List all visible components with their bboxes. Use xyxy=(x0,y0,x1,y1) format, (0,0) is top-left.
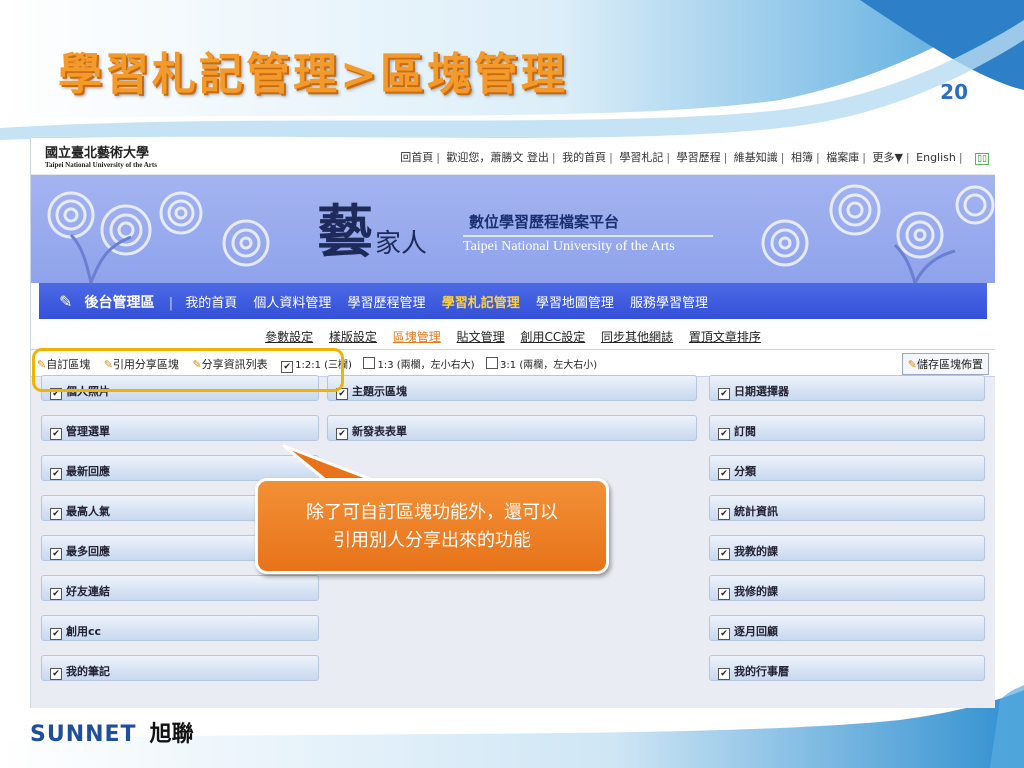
checkbox-checked-icon[interactable]: ✔ xyxy=(336,428,348,440)
callout-box: 除了可自訂區塊功能外，還可以 引用別人分享出來的功能 xyxy=(255,478,609,574)
block-right-category[interactable]: ✔ 分類 xyxy=(709,455,985,481)
banner-art-characters: 家人 xyxy=(375,229,428,259)
university-name-zh: 國立臺北藝術大學 xyxy=(45,146,150,161)
block-right-date-picker[interactable]: ✔ 日期選擇器 xyxy=(709,375,985,401)
platform-divider xyxy=(463,235,713,237)
university-name-en: Taipei National University of the Arts xyxy=(45,161,157,169)
nav-divider: | xyxy=(168,296,174,311)
swirl-tree-left-icon xyxy=(47,191,270,283)
checkbox-checked-icon[interactable]: ✔ xyxy=(718,588,730,600)
checkbox-checked-icon[interactable]: ✔ xyxy=(50,548,62,560)
checkbox-checked-icon[interactable]: ✔ xyxy=(50,508,62,520)
nav-item-service[interactable]: 服務學習管理 xyxy=(630,296,708,311)
block-right-calendar[interactable]: ✔ 我的行事曆 xyxy=(709,655,985,681)
platform-title-zh: 數位學習歷程檔案平台 xyxy=(469,213,620,231)
subtab-posts[interactable]: 貼文管理 xyxy=(457,330,505,344)
checkbox-checked-icon[interactable]: ✔ xyxy=(718,668,730,680)
toolbar-highlight-box xyxy=(32,348,344,392)
page-number: 20 xyxy=(940,80,968,104)
subtab-pin-order[interactable]: 置頂文章排序 xyxy=(689,330,761,344)
toplink-album[interactable]: 相簿 xyxy=(791,151,813,164)
checkbox-checked-icon[interactable]: ✔ xyxy=(718,628,730,640)
block-middle-theme[interactable]: ✔ 主題示區塊 xyxy=(327,375,697,401)
subtab-params[interactable]: 參數設定 xyxy=(265,330,313,344)
checkbox-checked-icon[interactable]: ✔ xyxy=(718,428,730,440)
layout-option-13[interactable]: 1:3 (兩欄，左小右大) xyxy=(363,357,475,371)
callout-line-2: 引用別人分享出來的功能 xyxy=(333,530,531,551)
toplink-notes[interactable]: 學習札記 xyxy=(619,151,663,164)
checkbox-icon[interactable] xyxy=(486,357,499,369)
block-left-cc[interactable]: ✔ 創用cc xyxy=(41,615,319,641)
site-banner: 藝 家人 數位學習歷程檔案平台 Taipei National Universi… xyxy=(31,175,995,283)
sub-tabs: 參數設定 樣版設定 區塊管理 貼文管理 創用CC設定 同步其他網誌 置頂文章排序 xyxy=(31,319,995,349)
checkbox-checked-icon[interactable]: ✔ xyxy=(50,468,62,480)
admin-navbar: ✎ 後台管理區 | 我的首頁 個人資料管理 學習歷程管理 學習札記管理 學習地圖… xyxy=(39,283,987,319)
toplink-more[interactable]: 更多▼ xyxy=(872,151,902,164)
platform-title-en: Taipei National University of the Arts xyxy=(463,239,675,254)
block-right-stats[interactable]: ✔ 統計資訊 xyxy=(709,495,985,521)
nav-item-profile[interactable]: 個人資料管理 xyxy=(253,296,331,311)
nav-item-history[interactable]: 學習歷程管理 xyxy=(348,296,426,311)
reader-icon[interactable]: ▯▯ xyxy=(975,153,989,165)
save-layout-button[interactable]: ✎儲存區塊佈置 xyxy=(901,353,989,375)
checkbox-checked-icon[interactable]: ✔ xyxy=(718,468,730,480)
block-right-monthly-review[interactable]: ✔ 逐月回顧 xyxy=(709,615,985,641)
block-left-notes[interactable]: ✔ 我的筆記 xyxy=(41,655,319,681)
top-links: 回首頁 | 歡迎您，蕭勝文 登出 | 我的首頁 | 學習札記 | 學習歷程 | 維基知識 |… xyxy=(400,151,989,165)
subtab-template[interactable]: 樣版設定 xyxy=(329,330,377,344)
university-logo[interactable]: 國立臺北藝術大學 Taipei National University of t… xyxy=(45,142,157,169)
subtab-sync[interactable]: 同步其他網誌 xyxy=(601,330,673,344)
subtab-cc[interactable]: 創用CC設定 xyxy=(520,330,585,344)
checkbox-icon[interactable] xyxy=(363,357,376,369)
block-right-taught-courses[interactable]: ✔ 我教的課 xyxy=(709,535,985,561)
nav-item-notes[interactable]: 學習札記管理 xyxy=(442,296,520,311)
app-screenshot: 國立臺北藝術大學 Taipei National University of t… xyxy=(30,138,995,708)
layout-option-31[interactable]: 3:1 (兩欄，左大右小) xyxy=(486,357,597,371)
checkbox-checked-icon[interactable]: ✔ xyxy=(718,508,730,520)
checkbox-checked-icon[interactable]: ✔ xyxy=(50,588,62,600)
banner-art-character: 藝 xyxy=(317,199,373,265)
checkbox-checked-icon[interactable]: ✔ xyxy=(50,668,62,680)
checkbox-checked-icon[interactable]: ✔ xyxy=(718,548,730,560)
pencil-icon: ✎ xyxy=(59,292,73,311)
nav-item-my-home[interactable]: 我的首頁 xyxy=(185,296,237,311)
toplink-files[interactable]: 檔案庫 xyxy=(826,151,859,164)
footer-logo: SUNNET 旭聯 xyxy=(30,716,194,748)
checkbox-checked-icon[interactable]: ✔ xyxy=(50,428,62,440)
toplink-wiki[interactable]: 維基知識 xyxy=(734,151,778,164)
block-right-subscribe[interactable]: ✔ 訂閱 xyxy=(709,415,985,441)
block-right-taken-courses[interactable]: ✔ 我修的課 xyxy=(709,575,985,601)
top-bar: 國立臺北藝術大學 Taipei National University of t… xyxy=(31,138,995,175)
callout-line-1: 除了可自訂區塊功能外，還可以 xyxy=(306,502,558,523)
slide-title: 學習札記管理>區塊管理 xyxy=(58,49,568,100)
block-middle-new-form[interactable]: ✔ 新發表表單 xyxy=(327,415,697,441)
block-left-menu[interactable]: ✔ 管理選單 xyxy=(41,415,319,441)
toplink-history[interactable]: 學習歷程 xyxy=(677,151,721,164)
checkbox-checked-icon[interactable]: ✔ xyxy=(50,628,62,640)
toplink-my-home[interactable]: 我的首頁 xyxy=(562,151,606,164)
swirl-tree-right-icon xyxy=(761,184,995,283)
footer-brand-zh: 旭聯 xyxy=(149,722,194,747)
edit-icon: ✎ xyxy=(907,358,917,371)
toplink-english[interactable]: English xyxy=(916,151,956,164)
checkbox-checked-icon[interactable]: ✔ xyxy=(718,388,730,400)
footer-brand-en: SUNNET xyxy=(30,722,137,747)
block-left-friends[interactable]: ✔ 好友連結 xyxy=(41,575,319,601)
toplink-welcome-logout[interactable]: 歡迎您，蕭勝文 登出 xyxy=(446,151,549,164)
toplink-home[interactable]: 回首頁 xyxy=(400,151,433,164)
nav-item-map[interactable]: 學習地圖管理 xyxy=(536,296,614,311)
admin-area-label[interactable]: 後台管理區 xyxy=(85,295,155,311)
subtab-blocks[interactable]: 區塊管理 xyxy=(393,330,441,344)
